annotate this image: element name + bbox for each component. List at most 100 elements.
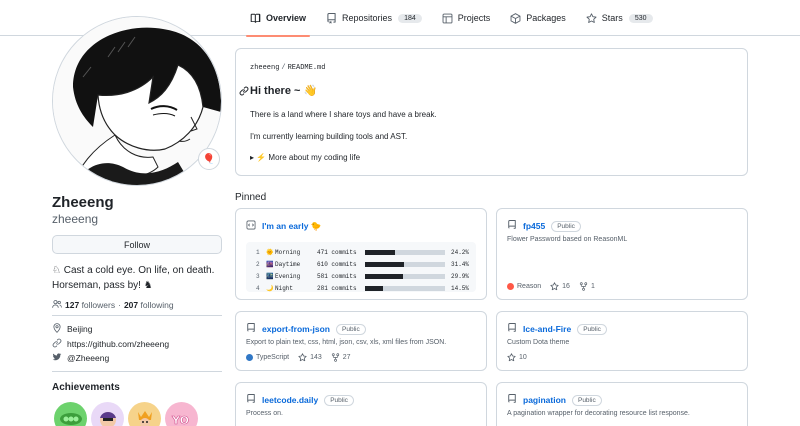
stars-link[interactable]: 16 (550, 282, 570, 291)
pinned-repo-card: Ice-and-Fire Public Custom Dota theme 10 (496, 311, 748, 371)
repo-icon (507, 219, 517, 233)
stars-link[interactable]: 10 (507, 353, 527, 362)
commit-count: 471 commits (317, 248, 357, 256)
visibility-badge: Public (571, 394, 602, 406)
divider (52, 315, 222, 316)
repo-icon (507, 393, 517, 407)
following-link[interactable]: 207 following (124, 300, 174, 310)
tab-label: Repositories (342, 13, 393, 23)
location-item: Beijing (52, 323, 93, 335)
repo-link[interactable]: fp455 (523, 221, 545, 231)
achievement-badge-pair-extraordinaire[interactable] (54, 402, 87, 426)
readme-heading: Hi there ~ 👋 (250, 85, 318, 97)
commit-count: 281 commits (317, 284, 357, 292)
location-text: Beijing (67, 324, 93, 334)
balloon-icon: 🎈 (202, 153, 216, 165)
star-icon (550, 282, 559, 291)
pinned-repo-card: export-from-json Public Export to plain … (235, 311, 487, 371)
followers-link[interactable]: 127 followers (65, 300, 115, 310)
stars-count: 143 (310, 354, 322, 361)
status-emoji-button[interactable]: 🎈 (198, 148, 220, 170)
repo-icon (507, 322, 517, 336)
gist-row: 2 🌆 Daytime 610 commits 31.4% (256, 258, 476, 270)
achievement-badge-yolo[interactable]: YO (165, 402, 198, 426)
time-label: Daytime (275, 260, 301, 268)
progress-fill (365, 273, 403, 279)
website-item: https://github.com/zheeeng (52, 338, 169, 350)
tab-packages[interactable]: Packages (500, 0, 576, 36)
repo-link[interactable]: Ice-and-Fire (523, 324, 571, 334)
follow-button[interactable]: Follow (52, 235, 222, 254)
tab-projects[interactable]: Projects (432, 0, 501, 36)
language: TypeScript (246, 354, 289, 361)
pinned-heading: Pinned (235, 192, 267, 203)
link-icon[interactable] (239, 85, 249, 99)
card-header: pagination Public (507, 393, 602, 407)
forks-count: 1 (590, 283, 595, 290)
repo-icon (246, 322, 256, 336)
twitter-icon (52, 352, 62, 364)
tab-stars[interactable]: Stars 530 (576, 0, 663, 36)
repo-description: Flower Password based on ReasonML (507, 236, 628, 243)
progress-fill (365, 285, 383, 291)
repo-icon (246, 393, 256, 407)
readme-details-toggle[interactable]: ▸ ⚡ More about my coding life (250, 153, 360, 162)
tab-label: Stars (601, 13, 623, 23)
readme-path: zheeeng / README.md (250, 64, 326, 72)
followers-label: followers (81, 300, 116, 310)
code-square-icon (246, 219, 256, 233)
forks-link[interactable]: 27 (331, 353, 351, 362)
website-link[interactable]: https://github.com/zheeeng (67, 339, 169, 349)
achievement-badge-arctic-code-vault[interactable] (91, 402, 124, 426)
avatar-container: 🎈 (52, 16, 222, 186)
repo-link[interactable]: pagination (523, 395, 566, 405)
tab-overview[interactable]: Overview (240, 0, 316, 37)
tab-repositories[interactable]: Repositories 184 (316, 0, 432, 36)
progress-fill (365, 261, 404, 267)
repo-meta: 10 (507, 353, 527, 362)
line-number: 1 (256, 248, 260, 256)
star-icon (507, 353, 516, 362)
package-icon (510, 12, 521, 24)
followers-count: 127 (65, 300, 80, 310)
tab-bar: Overview Repositories 184 Projects Packa… (240, 0, 663, 37)
avatar[interactable] (52, 16, 222, 186)
language-color-dot (507, 283, 514, 290)
moon-icon: 🌙 (266, 284, 274, 292)
tab-label: Projects (457, 13, 491, 23)
line-number: 2 (256, 260, 260, 268)
repo-link[interactable]: export-from-json (262, 324, 330, 334)
pinned-repo-card: pagination Public A pagination wrapper f… (496, 382, 748, 426)
forks-link[interactable]: 1 (579, 282, 595, 291)
repo-icon (326, 12, 337, 24)
twitter-link[interactable]: @Zheeeng (67, 353, 109, 363)
stars-link[interactable]: 143 (298, 353, 322, 362)
repo-link[interactable]: leetcode.daily (262, 395, 318, 405)
progress-fill (365, 249, 395, 255)
people-icon (52, 299, 62, 311)
gist-row: 1 🌞 Morning 471 commits 24.2% (256, 246, 476, 258)
visibility-badge: Public (336, 323, 366, 335)
table-icon (442, 13, 453, 24)
tab-label: Packages (526, 13, 566, 23)
visibility-badge: Public (324, 394, 354, 406)
book-icon (250, 13, 261, 24)
repositories-count: 184 (398, 13, 422, 23)
follow-stats: 127 followers · 207 following (52, 299, 174, 311)
forks-count: 27 (342, 354, 351, 361)
progress-bar (365, 273, 445, 279)
time-label: Evening (275, 272, 301, 280)
separator-dot: · (118, 300, 121, 310)
gist-link[interactable]: I'm an early 🐤 (262, 221, 321, 232)
repo-meta: TypeScript 143 27 (246, 353, 351, 362)
stars-count: 16 (562, 283, 570, 290)
repo-description: Export to plain text, css, html, json, c… (246, 339, 447, 346)
card-header: I'm an early 🐤 (246, 219, 321, 233)
time-label: Morning (275, 248, 301, 256)
percent-label: 24.2% (451, 248, 469, 256)
gist-row: 3 🌃 Evening 581 commits 29.9% (256, 270, 476, 282)
achievements-list: YO (54, 402, 198, 426)
achievement-badge-pull-shark[interactable] (128, 402, 161, 426)
link-icon (52, 338, 62, 350)
card-header: fp455 Public (507, 219, 581, 233)
